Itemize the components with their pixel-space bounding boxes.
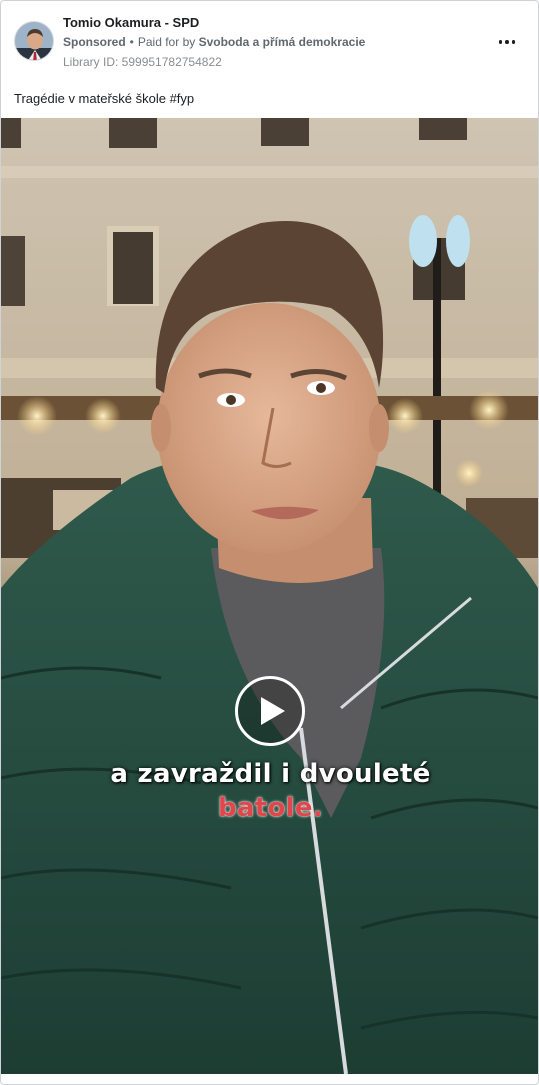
video-subtitle-line-1: a zavraždil i dvouleté bbox=[110, 759, 431, 789]
avatar-image bbox=[15, 22, 53, 60]
video-player[interactable] bbox=[1, 118, 538, 1074]
sponsor-line: Sponsored • Paid for by Svoboda a přímá de… bbox=[63, 35, 365, 49]
post-header: Tomio Okamura - SPD Sponsored • Paid for b… bbox=[1, 1, 538, 83]
post-caption: Tragédie v mateřské škole #fyp bbox=[14, 91, 195, 106]
play-icon bbox=[261, 697, 285, 725]
paid-for-by-link[interactable]: Svoboda a přímá demokracie bbox=[199, 35, 366, 49]
paid-for-prefix: Paid for by bbox=[137, 35, 196, 49]
video-subtitle-line-2: batole. bbox=[218, 793, 323, 823]
video-frame bbox=[1, 118, 538, 1074]
ad-card: Tomio Okamura - SPD Sponsored • Paid for b… bbox=[0, 0, 539, 1085]
more-options-button[interactable] bbox=[491, 29, 523, 55]
page-avatar[interactable] bbox=[14, 21, 54, 61]
separator-dot: • bbox=[129, 35, 134, 49]
sponsored-label: Sponsored bbox=[63, 35, 126, 49]
more-options-icon bbox=[498, 40, 516, 44]
play-button[interactable] bbox=[235, 676, 305, 746]
library-id: Library ID: 599951782754822 bbox=[63, 55, 222, 69]
page-name[interactable]: Tomio Okamura - SPD bbox=[63, 15, 199, 30]
